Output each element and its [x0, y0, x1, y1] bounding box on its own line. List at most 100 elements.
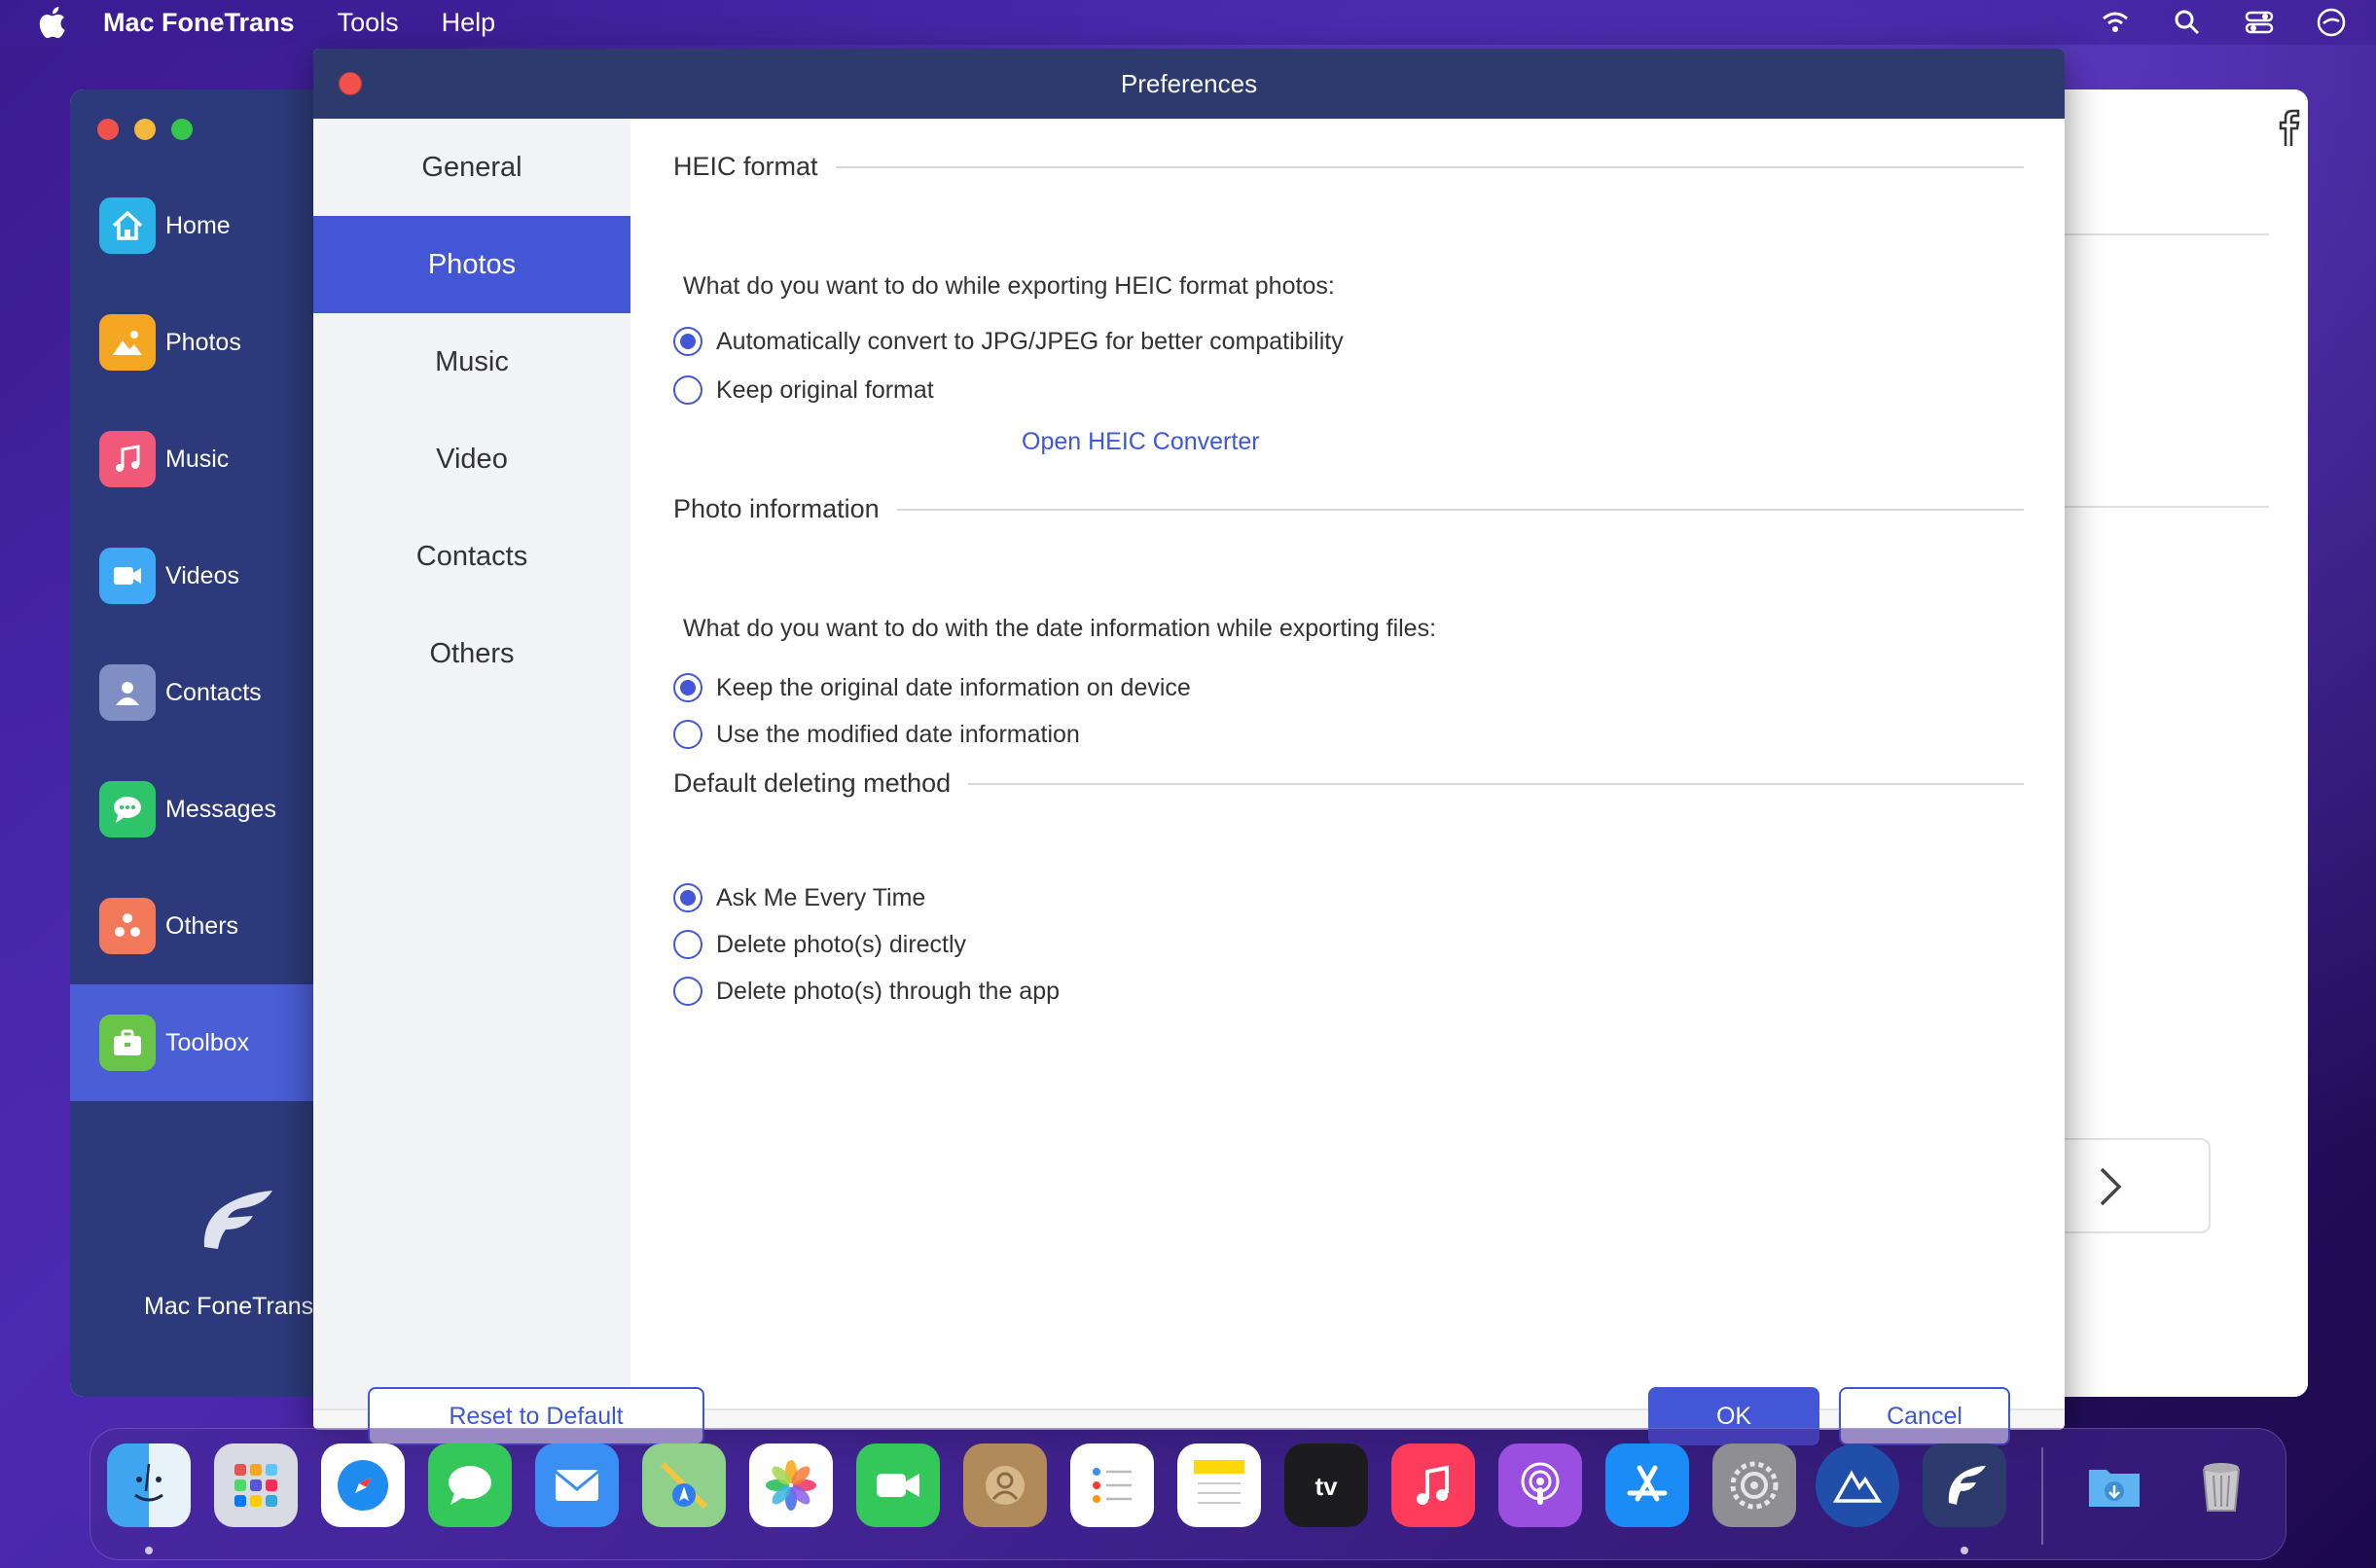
section-photo-information: Photo information: [673, 494, 2024, 524]
sidebar-item-label: Others: [165, 911, 239, 940]
launchpad-icon[interactable]: [214, 1443, 298, 1527]
apple-tv-icon[interactable]: tv: [1284, 1443, 1368, 1527]
facetime-icon[interactable]: [856, 1443, 940, 1527]
contacts-icon: [99, 664, 156, 721]
menu-tools[interactable]: Tools: [338, 8, 399, 38]
radio-button[interactable]: [673, 673, 702, 702]
photos-app-icon[interactable]: [749, 1443, 833, 1527]
music-app-icon[interactable]: [1391, 1443, 1475, 1527]
radio-label: Delete photo(s) through the app: [716, 977, 1061, 1005]
contacts-app-icon[interactable]: [963, 1443, 1047, 1527]
messages-icon: [99, 781, 156, 837]
radio-use-modified-date[interactable]: Use the modified date information: [673, 720, 1080, 749]
siri-icon[interactable]: [2316, 7, 2347, 38]
trash-icon[interactable]: [2179, 1443, 2263, 1527]
home-icon: [99, 197, 156, 254]
divider: [968, 782, 2024, 785]
tab-general[interactable]: General: [313, 119, 630, 216]
preferences-tabs: General Photos Music Video Contacts Othe…: [313, 119, 630, 1408]
dock-separator: [2041, 1447, 2043, 1545]
facebook-icon[interactable]: [2271, 109, 2306, 148]
sidebar-item-home[interactable]: Home: [70, 167, 313, 284]
radio-button[interactable]: [673, 720, 702, 749]
divider: [896, 508, 2024, 511]
sidebar-item-videos[interactable]: Videos: [70, 517, 313, 634]
finder-icon[interactable]: [107, 1443, 191, 1527]
radio-heic-keep[interactable]: Keep original format: [673, 375, 934, 405]
photos-icon: [99, 314, 156, 371]
dialog-titlebar: Preferences: [313, 49, 2065, 119]
radio-label: Keep the original date information on de…: [716, 673, 1191, 701]
photo-info-question: What do you want to do with the date inf…: [683, 615, 1437, 642]
dialog-title: Preferences: [1120, 68, 1258, 98]
radio-delete-through-app[interactable]: Delete photo(s) through the app: [673, 977, 1060, 1006]
divider: [2065, 506, 2269, 508]
fonetrans-logo-icon: [203, 1191, 272, 1249]
radio-button[interactable]: [673, 883, 702, 912]
window-zoom-button[interactable]: [171, 119, 193, 140]
control-center-icon[interactable]: [2244, 7, 2275, 38]
radio-label: Ask Me Every Time: [716, 883, 926, 911]
sidebar-item-others[interactable]: Others: [70, 868, 313, 984]
sidebar-item-messages[interactable]: Messages: [70, 751, 313, 868]
wifi-icon[interactable]: [2100, 7, 2131, 38]
radio-button[interactable]: [673, 375, 702, 405]
preferences-content: HEIC format What do you want to do while…: [630, 119, 2065, 1408]
sidebar-item-toolbox[interactable]: Toolbox: [70, 984, 313, 1101]
tab-others[interactable]: Others: [313, 605, 630, 702]
chevron-right-icon: [2100, 1167, 2122, 1206]
apple-tv-label: tv: [1314, 1472, 1338, 1501]
search-icon[interactable]: [2172, 7, 2203, 38]
preferences-dialog: Preferences General Photos Music Video C…: [313, 49, 2065, 1430]
mail-icon[interactable]: [535, 1443, 619, 1527]
running-indicator: [1961, 1547, 1968, 1554]
menu-bar: Mac FoneTrans Tools Help: [0, 0, 2376, 45]
dialog-close-button[interactable]: [339, 72, 362, 95]
radio-label: Automatically convert to JPG/JPEG for be…: [716, 327, 1344, 355]
section-title: Photo information: [673, 494, 880, 523]
safari-icon[interactable]: [321, 1443, 405, 1527]
apple-menu-icon[interactable]: [37, 6, 66, 39]
window-close-button[interactable]: [97, 119, 119, 140]
tab-photos[interactable]: Photos: [313, 216, 630, 313]
maps-icon[interactable]: [642, 1443, 726, 1527]
radio-label: Keep original format: [716, 375, 934, 404]
sidebar-item-contacts[interactable]: Contacts: [70, 634, 313, 751]
tab-contacts[interactable]: Contacts: [313, 508, 630, 605]
tab-video[interactable]: Video: [313, 410, 630, 508]
open-heic-converter-link[interactable]: Open HEIC Converter: [1022, 428, 1260, 456]
sidebar-item-photos[interactable]: Photos: [70, 284, 313, 401]
section-title: Default deleting method: [673, 768, 952, 798]
messages-app-icon[interactable]: [428, 1443, 512, 1527]
system-preferences-icon[interactable]: [1712, 1443, 1796, 1527]
tab-music[interactable]: Music: [313, 313, 630, 410]
radio-button[interactable]: [673, 327, 702, 356]
fonetrans-icon[interactable]: [1923, 1443, 2006, 1527]
radio-ask-every-time[interactable]: Ask Me Every Time: [673, 883, 925, 912]
sidebar-item-label: Music: [165, 445, 230, 473]
sidebar-item-music[interactable]: Music: [70, 401, 313, 517]
section-title: HEIC format: [673, 152, 818, 181]
radio-heic-convert[interactable]: Automatically convert to JPG/JPEG for be…: [673, 327, 1344, 356]
radio-keep-original-date[interactable]: Keep the original date information on de…: [673, 673, 1191, 702]
podcasts-icon[interactable]: [1498, 1443, 1582, 1527]
radio-delete-directly[interactable]: Delete photo(s) directly: [673, 930, 966, 959]
section-heic: HEIC format: [673, 152, 2024, 182]
downloads-folder-icon[interactable]: [2072, 1443, 2156, 1527]
notes-icon[interactable]: [1177, 1443, 1261, 1527]
heic-question: What do you want to do while exporting H…: [683, 272, 1335, 300]
brand-name: Mac FoneTrans: [144, 1293, 314, 1320]
menu-app-name[interactable]: Mac FoneTrans: [103, 8, 295, 38]
app-store-icon[interactable]: [1605, 1443, 1689, 1527]
menu-help[interactable]: Help: [442, 8, 496, 38]
radio-button[interactable]: [673, 977, 702, 1006]
radio-button[interactable]: [673, 930, 702, 959]
running-indicator: [145, 1547, 153, 1554]
window-minimize-button[interactable]: [134, 119, 156, 140]
section-deleting-method: Default deleting method: [673, 768, 2024, 799]
app-sidebar: Home Photos Music Videos Contacts Messag…: [70, 89, 313, 1397]
sidebar-item-label: Contacts: [165, 678, 262, 706]
reminders-icon[interactable]: [1070, 1443, 1154, 1527]
sidebar-item-label: Photos: [165, 328, 241, 356]
app-icon-mountain[interactable]: [1816, 1443, 1899, 1527]
